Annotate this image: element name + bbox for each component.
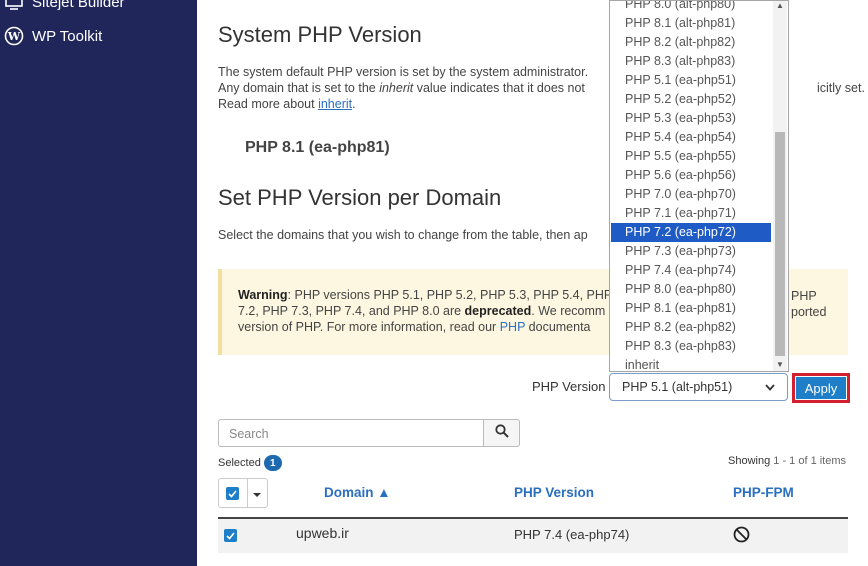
apply-button-highlight: Apply <box>792 373 850 403</box>
selected-count: Selected 1 <box>218 455 282 471</box>
system-desc-line1: The system default PHP version is set by… <box>218 65 589 79</box>
dropdown-option[interactable]: PHP 5.5 (ea-php55) <box>611 147 771 166</box>
disabled-icon <box>733 526 750 548</box>
dropdown-option[interactable]: PHP 8.2 (alt-php82) <box>611 33 771 52</box>
scroll-down-icon[interactable]: ▼ <box>776 360 784 369</box>
warning-tail-1: PHP <box>791 289 817 303</box>
dropdown-option[interactable]: PHP 8.2 (ea-php82) <box>611 318 771 337</box>
dropdown-option[interactable]: PHP 5.6 (ea-php56) <box>611 166 771 185</box>
dropdown-option[interactable]: PHP 8.3 (ea-php83) <box>611 337 771 356</box>
dropdown-option[interactable]: PHP 8.3 (alt-php83) <box>611 52 771 71</box>
system-desc-line2: Any domain that is set to the inherit va… <box>218 81 585 95</box>
row-domain: upweb.ir <box>296 525 349 541</box>
dropdown-option[interactable]: PHP 7.1 (ea-php71) <box>611 204 771 223</box>
showing-count: Showing 1 - 1 of 1 items <box>728 455 847 467</box>
dropdown-option[interactable]: PHP 8.0 (alt-php80) <box>611 1 771 14</box>
row-checkbox[interactable] <box>224 529 237 542</box>
dropdown-option[interactable]: PHP 7.4 (ea-php74) <box>611 261 771 280</box>
wordpress-icon: W <box>4 26 24 46</box>
per-domain-title: Set PHP Version per Domain <box>218 185 502 210</box>
column-php-fpm[interactable]: PHP-FPM <box>733 485 794 500</box>
php-version-dropdown[interactable]: PHP 8.0 (alt-php80) PHP 8.1 (alt-php81) PH… <box>609 0 789 372</box>
dropdown-option[interactable]: PHP 7.0 (ea-php70) <box>611 185 771 204</box>
php-doc-link[interactable]: PHP <box>500 320 525 334</box>
dropdown-option[interactable]: PHP 5.2 (ea-php52) <box>611 90 771 109</box>
search-icon <box>494 423 509 443</box>
select-all-group <box>218 478 268 508</box>
dropdown-option[interactable]: PHP 8.1 (alt-php81) <box>611 14 771 33</box>
caret-down-icon[interactable] <box>253 485 261 503</box>
search-button[interactable] <box>484 419 520 447</box>
dropdown-option[interactable]: PHP 7.3 (ea-php73) <box>611 242 771 261</box>
sidebar-item-sitejet-builder[interactable]: Sitejet Builder <box>4 0 125 12</box>
dropdown-option[interactable]: PHP 8.0 (ea-php80) <box>611 280 771 299</box>
php-version-label: PHP Version <box>532 379 606 394</box>
dropdown-option[interactable]: PHP 8.1 (ea-php81) <box>611 299 771 318</box>
system-php-title: System PHP Version <box>218 22 422 47</box>
warning-tail-2: ported <box>791 305 827 319</box>
select-all-checkbox[interactable] <box>226 487 239 500</box>
inherit-link[interactable]: inherit <box>318 97 352 111</box>
sidebar-item-label: WP Toolkit <box>32 27 103 45</box>
column-php-version[interactable]: PHP Version <box>514 485 594 500</box>
row-php-version: PHP 7.4 (ea-php74) <box>514 527 630 542</box>
monitor-icon <box>4 0 24 12</box>
scrollbar-thumb[interactable] <box>775 132 785 356</box>
current-php-version: PHP 8.1 (ea-php81) <box>245 139 390 156</box>
per-domain-desc: Select the domains that you wish to chan… <box>218 228 588 242</box>
system-desc-line3: Read more about inherit. <box>218 97 356 111</box>
scroll-up-icon[interactable]: ▲ <box>776 1 784 10</box>
dropdown-option[interactable]: PHP 5.1 (ea-php51) <box>611 71 771 90</box>
blank-area <box>790 404 834 450</box>
dropdown-option[interactable]: PHP 5.4 (ea-php54) <box>611 128 771 147</box>
php-version-select-value: PHP 5.1 (alt-php51) <box>622 380 733 394</box>
dropdown-scrollbar[interactable]: ▲ ▼ <box>773 1 787 371</box>
dropdown-option[interactable]: PHP 7.2 (ea-php72) <box>611 223 771 242</box>
table-row[interactable]: upweb.ir PHP 7.4 (ea-php74) <box>218 519 848 553</box>
chevron-down-icon <box>765 380 775 394</box>
sidebar: Sitejet Builder W WP Toolkit <box>0 0 197 566</box>
search-input[interactable]: Search <box>218 419 484 447</box>
sidebar-item-wp-toolkit[interactable]: W WP Toolkit <box>4 26 102 46</box>
sidebar-item-label: Sitejet Builder <box>32 0 125 11</box>
php-version-select[interactable]: PHP 5.1 (alt-php51) <box>609 373 788 401</box>
table-header: Domain ▲ PHP Version PHP-FPM <box>218 476 848 519</box>
dropdown-option[interactable]: inherit <box>611 356 771 371</box>
system-desc-line2-tail: icitly set. <box>817 81 865 95</box>
dropdown-option[interactable]: PHP 5.3 (ea-php53) <box>611 109 771 128</box>
svg-text:W: W <box>7 30 21 43</box>
apply-button[interactable]: Apply <box>796 377 846 399</box>
column-domain[interactable]: Domain ▲ <box>324 485 391 500</box>
selected-badge: 1 <box>263 455 282 471</box>
